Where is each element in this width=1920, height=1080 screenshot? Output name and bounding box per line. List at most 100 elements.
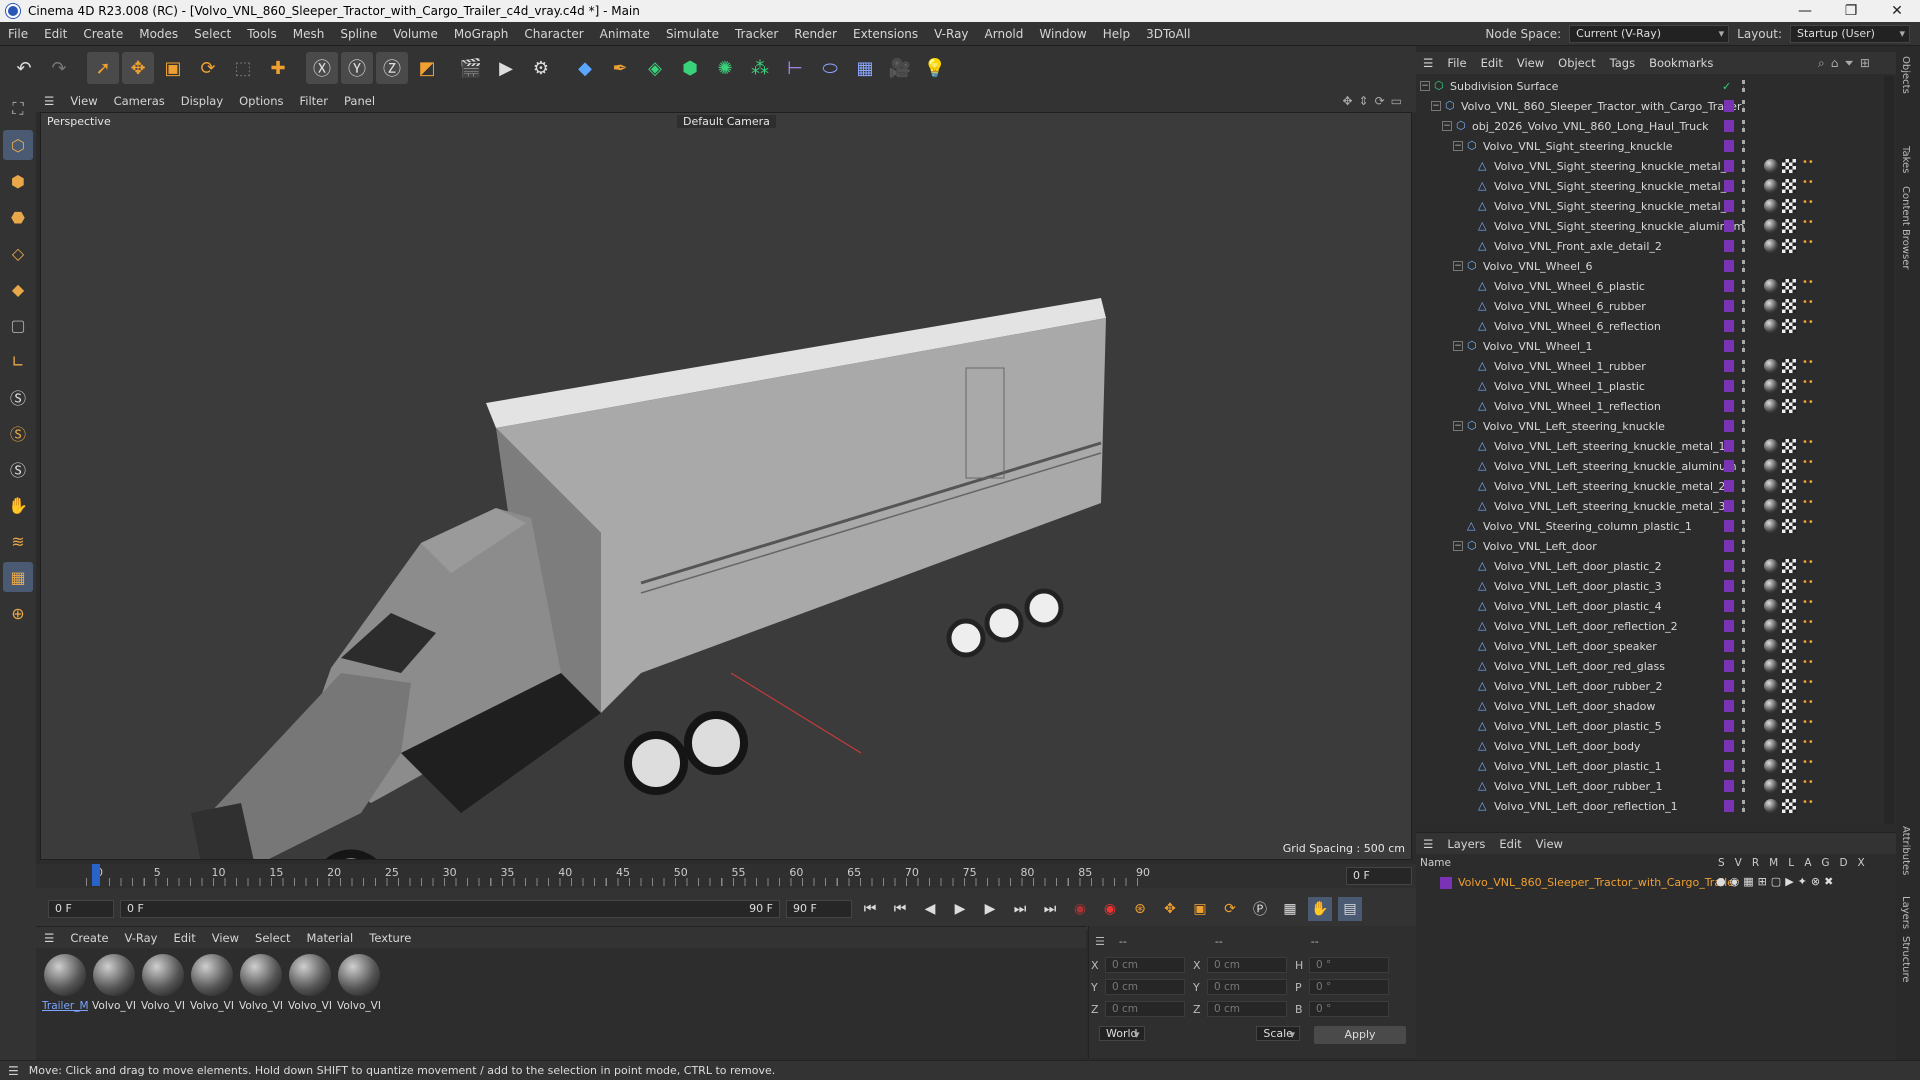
collapse-toggle-icon[interactable]: − — [1453, 541, 1463, 551]
maximize-button[interactable]: ❐ — [1828, 3, 1874, 19]
material-menu-view[interactable]: View — [204, 931, 247, 945]
layer-color-swatch[interactable] — [1724, 200, 1734, 212]
uvw-tag-icon[interactable] — [1782, 479, 1796, 493]
visibility-dots-icon[interactable] — [1742, 100, 1746, 112]
object-menu-file[interactable]: File — [1440, 56, 1473, 70]
object-row[interactable]: − ⬡ Volvo_VNL_860_Sleeper_Tractor_with_Car… — [1416, 96, 1886, 116]
position-y-field[interactable]: 0 cm — [1105, 979, 1185, 995]
texture-mode-icon[interactable]: ⬢ — [3, 166, 33, 196]
material-menu-edit[interactable]: Edit — [165, 931, 203, 945]
apply-button[interactable]: Apply — [1314, 1026, 1406, 1044]
layer-color-swatch[interactable] — [1724, 500, 1734, 512]
material-tag-icon[interactable] — [1764, 639, 1778, 653]
3d-viewport[interactable]: Perspective Default Camera Grid Spacing … — [40, 112, 1412, 860]
go-to-start-icon[interactable]: ⏮ — [858, 897, 882, 921]
snap-settings-icon[interactable]: Ⓢ — [3, 418, 33, 448]
uvw-tag-icon[interactable] — [1782, 159, 1796, 173]
collapse-toggle-icon[interactable]: − — [1453, 141, 1463, 151]
viewport-nav-icons[interactable]: ✥⇕⟳▭ — [1342, 94, 1416, 108]
layers-hamburger-icon[interactable]: ☰ — [1416, 837, 1440, 851]
object-menu-object[interactable]: Object — [1551, 56, 1602, 70]
deformer-icon[interactable]: ⊢ — [779, 52, 811, 84]
start-frame-field[interactable]: 0 F — [48, 900, 114, 918]
object-menu-view[interactable]: View — [1510, 56, 1551, 70]
object-search-icons[interactable]: ⌕⌂⏷⊞ — [1818, 56, 1896, 71]
size-z-field[interactable]: 0 cm — [1207, 1001, 1287, 1017]
object-name[interactable]: Volvo_VNL_Wheel_1_rubber — [1494, 360, 1646, 373]
object-row[interactable]: △ Volvo_VNL_Wheel_6_plastic •• — [1416, 276, 1886, 296]
object-name[interactable]: Volvo_VNL_Left_door_plastic_3 — [1494, 580, 1662, 593]
viewport-menu-display[interactable]: Display — [173, 94, 231, 108]
texture-tag-icon[interactable]: •• — [1802, 638, 1814, 653]
render-settings-icon[interactable]: ⚙ — [525, 52, 557, 84]
object-tree-scrollbar[interactable] — [1884, 76, 1894, 824]
step-forward-icon[interactable]: ▶ — [978, 897, 1002, 921]
visibility-dots-icon[interactable] — [1742, 240, 1746, 252]
layer-color-swatch[interactable] — [1724, 620, 1734, 632]
layer-color-swatch[interactable] — [1724, 480, 1734, 492]
object-name[interactable]: Subdivision Surface — [1450, 80, 1558, 93]
status-hamburger-icon[interactable]: ☰ — [8, 1064, 19, 1078]
uvw-tag-icon[interactable] — [1782, 219, 1796, 233]
uvw-tag-icon[interactable] — [1782, 619, 1796, 633]
grid-icon[interactable]: ▦ — [3, 562, 33, 592]
viewport-menu-filter[interactable]: Filter — [292, 94, 336, 108]
layer-color-swatch[interactable] — [1724, 260, 1734, 272]
texture-tag-icon[interactable]: •• — [1802, 658, 1814, 673]
material-tag-icon[interactable] — [1764, 299, 1778, 313]
object-menu-edit[interactable]: Edit — [1474, 56, 1510, 70]
menu-volume[interactable]: Volume — [385, 27, 446, 41]
material-tag-icon[interactable] — [1764, 679, 1778, 693]
object-name[interactable]: Volvo_VNL_Wheel_6_plastic — [1494, 280, 1645, 293]
visibility-dots-icon[interactable] — [1742, 560, 1746, 572]
visibility-dots-icon[interactable] — [1742, 160, 1746, 172]
quantize-icon[interactable]: Ⓢ — [3, 454, 33, 484]
uvw-tag-icon[interactable] — [1782, 779, 1796, 793]
layer-color-swatch[interactable] — [1724, 140, 1734, 152]
object-row[interactable]: − ⬡ Subdivision Surface ✓ — [1416, 76, 1886, 96]
menu-select[interactable]: Select — [186, 27, 239, 41]
material-tag-icon[interactable] — [1764, 279, 1778, 293]
extrude-icon[interactable]: ⬢ — [674, 52, 706, 84]
object-name[interactable]: Volvo_VNL_Sight_steering_knuckle — [1483, 140, 1673, 153]
uvw-tag-icon[interactable] — [1782, 459, 1796, 473]
layer-color-swatch[interactable] — [1724, 320, 1734, 332]
create-null-icon[interactable]: ✚ — [262, 52, 294, 84]
coordinate-system-icon[interactable]: ◩ — [411, 52, 443, 84]
material-tag-icon[interactable] — [1764, 719, 1778, 733]
layer-color-swatch[interactable] — [1724, 800, 1734, 812]
material-tag-icon[interactable] — [1764, 439, 1778, 453]
floor-icon[interactable]: ▦ — [849, 52, 881, 84]
texture-tag-icon[interactable]: •• — [1802, 378, 1814, 393]
model-mode-icon[interactable]: ⬡ — [3, 130, 33, 160]
key-param-icon[interactable]: Ⓟ — [1248, 897, 1272, 921]
material-swatch[interactable]: Volvo_VI — [336, 954, 382, 1012]
scale-tool-icon[interactable]: ▣ — [157, 52, 189, 84]
texture-tag-icon[interactable]: •• — [1802, 578, 1814, 593]
visibility-dots-icon[interactable] — [1742, 360, 1746, 372]
enabled-check-icon[interactable]: ✓ — [1722, 80, 1731, 93]
viewport-menu-panel[interactable]: Panel — [336, 94, 383, 108]
layer-color-swatch[interactable] — [1724, 180, 1734, 192]
material-tag-icon[interactable] — [1764, 379, 1778, 393]
material-tag-icon[interactable] — [1764, 759, 1778, 773]
layer-color-swatch[interactable] — [1440, 877, 1452, 889]
visibility-dots-icon[interactable] — [1742, 780, 1746, 792]
menu-window[interactable]: Window — [1031, 27, 1094, 41]
menu-arnold[interactable]: Arnold — [977, 27, 1032, 41]
object-row[interactable]: △ Volvo_VNL_Sight_steering_knuckle_metal_… — [1416, 196, 1886, 216]
material-tag-icon[interactable] — [1764, 599, 1778, 613]
tab-layers[interactable]: Layers — [1900, 896, 1911, 929]
subdivision-icon[interactable]: ◈ — [639, 52, 671, 84]
end-frame-field[interactable]: 90 F — [786, 900, 852, 918]
uvw-tag-icon[interactable] — [1782, 719, 1796, 733]
object-name[interactable]: Volvo_VNL_Wheel_6 — [1483, 260, 1593, 273]
layer-color-swatch[interactable] — [1724, 720, 1734, 732]
visibility-dots-icon[interactable] — [1742, 80, 1746, 92]
mograph-icon[interactable]: ⁂ — [744, 52, 776, 84]
object-row[interactable]: △ Volvo_VNL_Sight_steering_knuckle_metal_… — [1416, 176, 1886, 196]
object-row[interactable]: △ Volvo_VNL_Left_steering_knuckle_metal_3… — [1416, 496, 1886, 516]
texture-tag-icon[interactable]: •• — [1802, 498, 1814, 513]
material-tag-icon[interactable] — [1764, 519, 1778, 533]
layer-color-swatch[interactable] — [1724, 700, 1734, 712]
